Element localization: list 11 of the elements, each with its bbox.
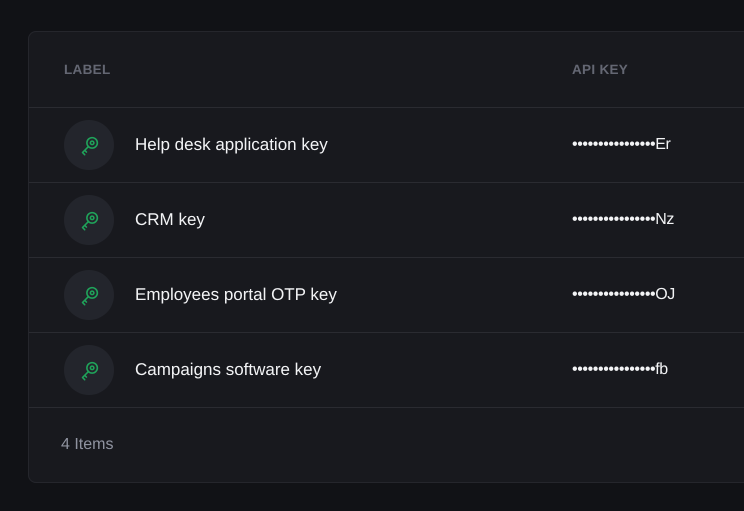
column-header: LABEL bbox=[64, 62, 112, 77]
masked-api-key: ••••••••••••••••Nz bbox=[572, 211, 744, 229]
key-label: Help desk application key bbox=[135, 135, 328, 155]
masked-api-key: ••••••••••••••••Er bbox=[572, 136, 744, 154]
key-label: CRM key bbox=[135, 210, 205, 230]
column-header: API KEY bbox=[572, 62, 630, 77]
masked-api-key: ••••••••••••••••fb bbox=[572, 361, 744, 379]
key-label: Employees portal OTP key bbox=[135, 285, 337, 305]
key-label: Campaigns software key bbox=[135, 360, 322, 380]
masked-api-key: ••••••••••••••••OJ bbox=[572, 286, 744, 304]
item-count: 4 Items bbox=[61, 436, 114, 454]
